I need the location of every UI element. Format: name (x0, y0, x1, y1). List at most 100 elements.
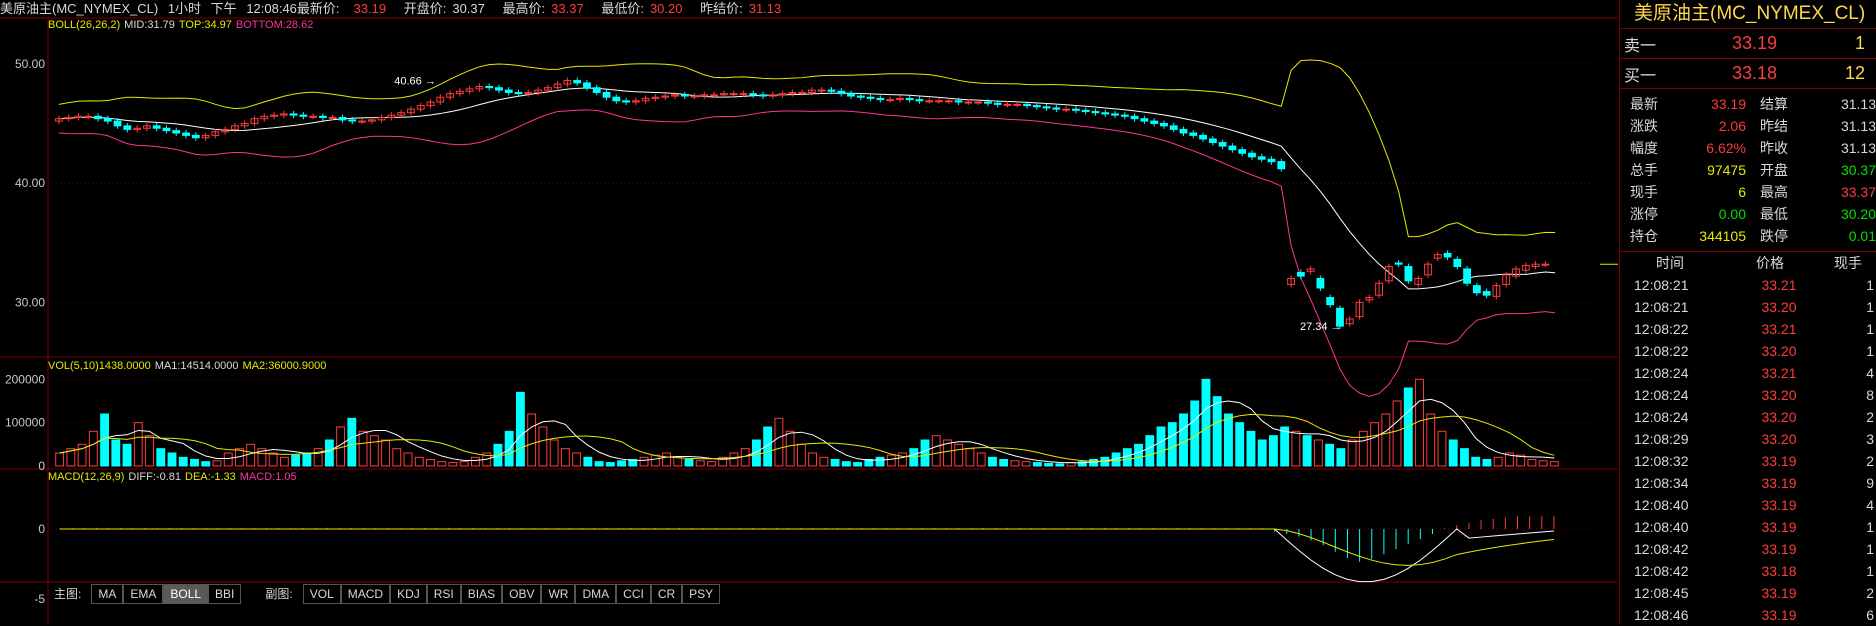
volume-bar (549, 439, 559, 467)
candle-body (504, 89, 513, 93)
candle-body (1062, 108, 1071, 111)
tab-main-ma[interactable]: MA (91, 584, 124, 604)
volume-bar (122, 443, 132, 467)
tick-price: 33.19 (1761, 607, 1797, 623)
stat-value-2: 33.37 (1840, 184, 1876, 200)
tab-sub-cci[interactable]: CCI (616, 584, 651, 604)
volume-bar (347, 417, 357, 467)
volume-bar (515, 391, 525, 467)
tab-sub-vol[interactable]: VOL (302, 584, 341, 604)
volume-bar (560, 448, 570, 467)
volume-bar (414, 456, 424, 467)
candle-body (729, 93, 738, 96)
candle-body (905, 97, 914, 101)
stat-key: 持仓 (1630, 228, 1658, 244)
candle-body (592, 87, 601, 93)
volume-bar (594, 461, 604, 467)
volume-bar (223, 452, 233, 467)
candle-body (974, 101, 983, 104)
volume-bar (1190, 400, 1200, 467)
candle-body (328, 117, 337, 119)
price-axis-label: 30.00 (15, 295, 45, 309)
tab-sub-kdj[interactable]: KDJ (390, 584, 427, 604)
candle-body (739, 93, 748, 96)
tick-vol: 2 (1866, 585, 1874, 601)
volume-bar (909, 448, 919, 467)
volume-bar (381, 439, 390, 467)
tab-sub-cr[interactable]: CR (650, 584, 683, 604)
tick-vol: 1 (1866, 299, 1874, 315)
ticks-list[interactable]: 12:08:21 33.21 1 12:08:21 33.20 1 12:08:22 33.2… (1620, 274, 1876, 626)
tick-time: 12:08:22 (1634, 321, 1689, 337)
candle-body (338, 117, 347, 121)
tick-vol: 4 (1866, 365, 1874, 381)
candle-body (1160, 122, 1168, 127)
volume-bar (796, 443, 806, 467)
volume-bar (268, 452, 278, 467)
candle-body (1394, 262, 1403, 265)
candle-body (1316, 277, 1325, 289)
tab-sub-wr[interactable]: WR (541, 584, 576, 604)
tab-main-bbi[interactable]: BBI (208, 584, 242, 604)
tab-sub-macd[interactable]: MACD (340, 584, 391, 604)
candle-body (191, 134, 200, 139)
tab-sub-rsi[interactable]: RSI (426, 584, 461, 604)
volume-bar (1392, 400, 1402, 467)
volume-bar (841, 461, 851, 467)
tick-vol: 1 (1866, 321, 1874, 337)
volume-bar (673, 456, 683, 467)
volume-bar (1122, 448, 1132, 467)
stat-key-2: 最低 (1760, 206, 1788, 222)
volume-bar (1246, 430, 1256, 467)
volume-bar (358, 430, 368, 467)
candle-body (299, 114, 308, 117)
volume-bar (1055, 463, 1065, 467)
tick-row: 12:08:42 33.18 1 (1620, 560, 1876, 582)
tab-main-ema[interactable]: EMA (123, 584, 164, 604)
tick-price: 33.19 (1761, 453, 1797, 469)
candle-body (1023, 103, 1031, 107)
tick-price: 33.19 (1761, 497, 1797, 513)
candle-body (495, 87, 503, 91)
candle-body (876, 97, 885, 101)
tick-time: 12:08:22 (1634, 343, 1689, 359)
candle-body (886, 99, 895, 102)
tab-sub-obv[interactable]: OBV (502, 584, 542, 604)
volume-bar (279, 456, 289, 467)
volume-bar (55, 452, 65, 467)
tick-price: 33.18 (1761, 563, 1797, 579)
volume-bar (617, 460, 626, 467)
tick-price: 33.19 (1761, 585, 1797, 601)
candle-body (573, 80, 582, 84)
stat-key-2: 昨收 (1760, 140, 1788, 156)
candle-body (935, 100, 943, 103)
ticks-header: 时间 价格 现手 (1620, 252, 1876, 274)
candle-body (964, 101, 973, 104)
volume-bar (133, 422, 143, 467)
candle-body (817, 89, 826, 92)
tab-sub-dma[interactable]: DMA (575, 584, 617, 604)
boll-mid-line (58, 87, 1556, 290)
candle-body (602, 91, 611, 98)
volume-bar (1268, 435, 1278, 467)
candle-body (182, 132, 190, 136)
candle-body (1404, 266, 1413, 282)
kline-chart[interactable]: 50.00 40.00 30.00 40.66 → 27.34 → 200000 10000… (0, 0, 1618, 625)
volume-bar (999, 459, 1009, 467)
volume-bar (1291, 430, 1301, 467)
stat-key-2: 开盘 (1760, 162, 1788, 178)
tab-sub-psy[interactable]: PSY (682, 584, 721, 604)
stat-value: 97475 (1707, 162, 1746, 178)
candle-body (1120, 114, 1129, 117)
tick-price: 33.20 (1761, 299, 1797, 315)
candle-body (1257, 156, 1266, 160)
volume-bar (1471, 456, 1481, 467)
tab-main-boll[interactable]: BOLL (163, 584, 209, 604)
tick-price: 33.19 (1761, 475, 1797, 491)
tick-row: 12:08:42 33.19 1 (1620, 538, 1876, 560)
tab-sub-bias[interactable]: BIAS (460, 584, 503, 604)
tick-time: 12:08:40 (1634, 519, 1689, 535)
volume-bar (145, 435, 154, 467)
tick-vol: 6 (1866, 607, 1874, 623)
volume-bar (988, 456, 997, 467)
